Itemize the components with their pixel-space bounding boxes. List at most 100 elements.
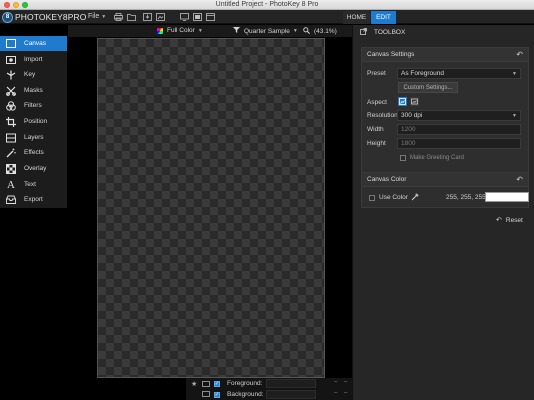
import-icon <box>6 55 16 65</box>
window-titlebar: Untitled Project - PhotoKey 8 Pro <box>0 0 534 10</box>
landscape-aspect-button[interactable] <box>410 97 419 106</box>
sidebar-item-label: Key <box>24 71 36 78</box>
sample-mode-dropdown[interactable]: Quarter Sample ▼ <box>233 27 298 35</box>
sidebar-item-canvas[interactable]: Canvas <box>0 36 67 51</box>
canvas-settings-panel: Canvas Settings ↶ Preset As Foreground ▼… <box>361 47 529 187</box>
sidebar-item-label: Filters <box>24 102 42 109</box>
canvas-color-title: Canvas Color <box>367 176 407 183</box>
key-icon <box>6 70 16 80</box>
layers-icon <box>6 133 16 143</box>
undo-icon[interactable]: ↶ <box>516 50 523 59</box>
greeting-card-checkbox[interactable] <box>400 155 406 161</box>
sample-mode-value: Quarter Sample <box>244 27 290 35</box>
custom-settings-button[interactable]: Custom Settings... <box>398 82 458 93</box>
monitor-icon[interactable] <box>180 13 189 21</box>
foreground-file-field[interactable] <box>266 379 316 388</box>
width-field[interactable]: 1200 <box>397 124 521 135</box>
canvas-color-panel: Canvas Color ↶ Use Color 255, 255, 255 <box>361 172 529 208</box>
resolution-row: Resolution 300 dpi ▼ <box>362 110 530 122</box>
chevron-down-icon: ▼ <box>512 113 517 119</box>
canvas-color-swatch[interactable] <box>485 192 529 202</box>
color-wheel-icon <box>157 27 163 34</box>
print-icon[interactable] <box>114 13 123 21</box>
background-checkbox[interactable]: ✓ <box>214 391 220 398</box>
sidebar-item-effects[interactable]: Effects <box>0 145 67 160</box>
sidebar-item-label: Canvas <box>24 40 47 47</box>
foreground-label: Foreground: <box>227 380 263 387</box>
sidebar-item-position[interactable]: Position <box>0 114 67 129</box>
app-logo: 8 PHOTOKEY8PRO <box>2 11 86 23</box>
rgb-value: 255, 255, 255 <box>446 194 486 201</box>
window-title: Untitled Project - PhotoKey 8 Pro <box>215 1 319 8</box>
greeting-card-label: Make Greeting Card <box>410 155 465 161</box>
use-color-label: Use Color <box>379 194 408 201</box>
sidebar-item-layers[interactable]: Layers <box>0 130 67 145</box>
toolbox-header: TOOLBOX <box>353 25 534 39</box>
undo-icon[interactable]: ↶ <box>516 175 523 184</box>
transparent-canvas <box>98 39 324 377</box>
preset-value: As Foreground <box>401 70 444 77</box>
canvas-settings-title: Canvas Settings <box>367 51 415 58</box>
minus-icon[interactable]: – <box>344 379 347 385</box>
height-field[interactable]: 1800 <box>397 138 521 149</box>
aspect-row: Aspect <box>362 97 530 109</box>
sidebar-item-export[interactable]: Export <box>0 192 67 207</box>
chevron-down-icon: ▼ <box>512 71 517 77</box>
sidebar-item-key[interactable]: Key <box>0 67 67 82</box>
background-label: Background: <box>227 391 264 398</box>
custom-settings-row: Custom Settings... <box>362 82 530 94</box>
file-menu-label: File <box>88 13 100 20</box>
background-file-field[interactable] <box>266 390 316 399</box>
batch-icon[interactable] <box>193 13 202 21</box>
foreground-layer-row[interactable]: ✓ Foreground: – – <box>186 378 352 389</box>
file-menu[interactable]: File ▼ <box>88 13 106 20</box>
sidebar-item-import[interactable]: Import <box>0 52 67 67</box>
resolution-label: Resolution <box>367 112 398 119</box>
app-toolbar: 8 PHOTOKEY8PRO File ▼ HOME EDIT <box>0 10 534 24</box>
reset-button[interactable]: ↶ Reset <box>496 216 523 225</box>
canvas-color-header: Canvas Color ↶ <box>362 173 528 187</box>
use-color-checkbox[interactable] <box>369 195 375 201</box>
minus-icon[interactable]: – <box>334 390 337 396</box>
aspect-label: Aspect <box>367 99 387 106</box>
magnifier-icon <box>303 27 310 36</box>
zoom-control[interactable]: (43.1%) <box>303 27 337 36</box>
export-image-icon[interactable] <box>156 13 165 21</box>
settings-window-icon[interactable] <box>206 13 215 21</box>
sidebar-item-text[interactable]: A Text <box>0 177 67 192</box>
crop-icon <box>6 116 16 127</box>
resolution-dropdown[interactable]: 300 dpi ▼ <box>397 110 521 121</box>
filters-icon <box>6 100 16 111</box>
open-folder-icon[interactable] <box>127 13 136 21</box>
color-mode-dropdown[interactable]: Full Color ▼ <box>157 27 203 34</box>
minus-icon[interactable]: – <box>344 390 347 396</box>
preset-label: Preset <box>367 70 386 77</box>
chevron-down-icon: ▼ <box>101 14 107 20</box>
sidebar-item-label: Masks <box>24 87 43 94</box>
background-layer-row[interactable]: ✓ Background: – – <box>186 389 352 400</box>
chevron-down-icon: ▼ <box>292 28 298 34</box>
tab-home[interactable]: HOME <box>343 11 370 24</box>
canvas-area[interactable] <box>97 38 325 378</box>
text-icon: A <box>7 178 15 191</box>
width-row: Width 1200 <box>362 124 530 136</box>
export-icon <box>6 195 16 205</box>
zoom-value: (43.1%) <box>314 28 337 35</box>
canvas-settings-header: Canvas Settings ↶ <box>362 48 528 62</box>
minus-icon[interactable]: – <box>334 379 337 385</box>
sidebar-item-label: Overlay <box>24 165 47 172</box>
popout-icon[interactable] <box>360 27 367 37</box>
tab-edit[interactable]: EDIT <box>371 11 396 24</box>
sidebar-item-label: Effects <box>24 149 44 156</box>
preset-dropdown[interactable]: As Foreground ▼ <box>397 68 521 79</box>
sidebar-item-filters[interactable]: Filters <box>0 98 67 113</box>
overlay-icon <box>6 163 16 174</box>
sidebar-item-label: Position <box>24 118 48 125</box>
foreground-checkbox[interactable]: ✓ <box>214 380 220 387</box>
portrait-aspect-button[interactable] <box>398 97 407 106</box>
sidebar-item-overlay[interactable]: Overlay <box>0 161 67 176</box>
logo-mark: 8 <box>2 11 13 23</box>
eyedropper-icon[interactable] <box>411 193 419 203</box>
sidebar-item-masks[interactable]: Masks <box>0 83 67 98</box>
save-icon[interactable] <box>143 13 152 21</box>
